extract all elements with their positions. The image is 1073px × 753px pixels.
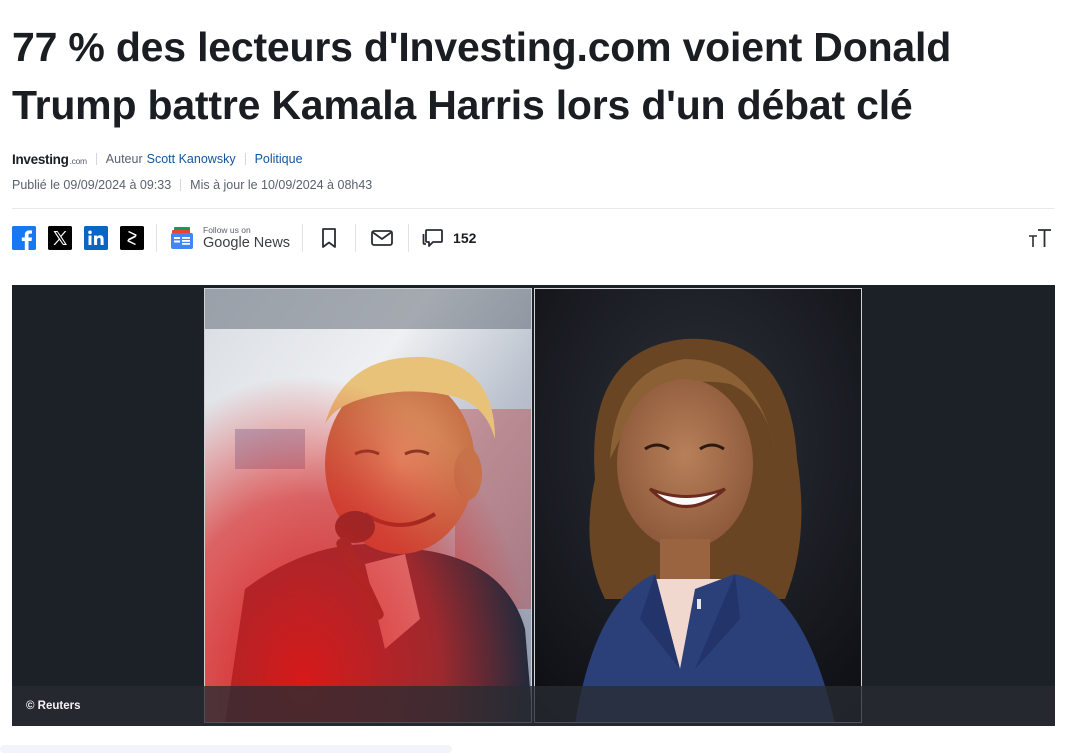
byline: Investing .com Auteur Scott Kanowsky Poli… <box>12 150 303 168</box>
article-image: © Reuters <box>12 285 1055 726</box>
harris-photo-graphic <box>535 289 861 722</box>
meta-separator <box>244 153 246 165</box>
comments-icon <box>422 229 443 247</box>
meta-separator <box>95 153 97 165</box>
bookmark-button[interactable] <box>315 224 343 252</box>
comments-count: 152 <box>453 230 477 246</box>
published-date: Publié le 09/09/2024 à 09:33 <box>12 178 172 192</box>
logo-text: Investing <box>12 151 69 167</box>
stocktwits-icon <box>120 226 144 250</box>
image-credit: © Reuters <box>26 700 81 712</box>
author-link[interactable]: Scott Kanowsky <box>147 152 236 166</box>
google-news-small-label: Follow us on <box>203 224 251 235</box>
date-row: Publié le 09/09/2024 à 09:33 Mis à jour … <box>12 176 372 194</box>
trump-photo <box>204 288 532 723</box>
image-caption-bar: © Reuters <box>12 686 1055 726</box>
stocktwits-share-button[interactable] <box>120 226 144 250</box>
x-icon <box>48 226 72 250</box>
toolbar-separator <box>302 224 304 252</box>
trump-photo-graphic <box>205 289 531 722</box>
bottom-scroll-strip <box>0 745 452 753</box>
facebook-icon <box>12 226 36 250</box>
meta-separator <box>180 179 182 191</box>
facebook-share-button[interactable] <box>12 226 36 250</box>
toolbar-separator <box>156 224 157 252</box>
header-divider <box>12 208 1054 209</box>
x-share-button[interactable] <box>48 226 72 250</box>
category-link[interactable]: Politique <box>255 152 303 166</box>
logo-suffix: .com <box>69 155 88 166</box>
text-size-icon <box>1029 229 1051 247</box>
author-label: Auteur <box>105 152 143 166</box>
mail-icon <box>371 230 393 246</box>
font-size-button[interactable] <box>1026 224 1054 252</box>
toolbar-separator <box>355 224 357 252</box>
google-news-follow-button[interactable]: Follow us on Google News <box>169 225 290 251</box>
comments-button[interactable]: 152 <box>421 226 476 250</box>
google-news-icon <box>171 227 193 249</box>
share-toolbar: Follow us on Google News 152 <box>12 222 1056 254</box>
linkedin-icon <box>84 226 108 250</box>
updated-date: Mis à jour le 10/09/2024 à 08h43 <box>190 178 373 192</box>
google-news-label: Google News <box>203 235 291 251</box>
investing-logo[interactable]: Investing .com <box>12 152 87 167</box>
bookmark-icon <box>322 228 336 248</box>
toolbar-separator <box>408 224 410 252</box>
article-headline: 77 % des lecteurs d'Investing.com voient… <box>12 24 952 128</box>
linkedin-share-button[interactable] <box>84 226 108 250</box>
harris-photo <box>534 288 862 723</box>
email-share-button[interactable] <box>368 224 396 252</box>
